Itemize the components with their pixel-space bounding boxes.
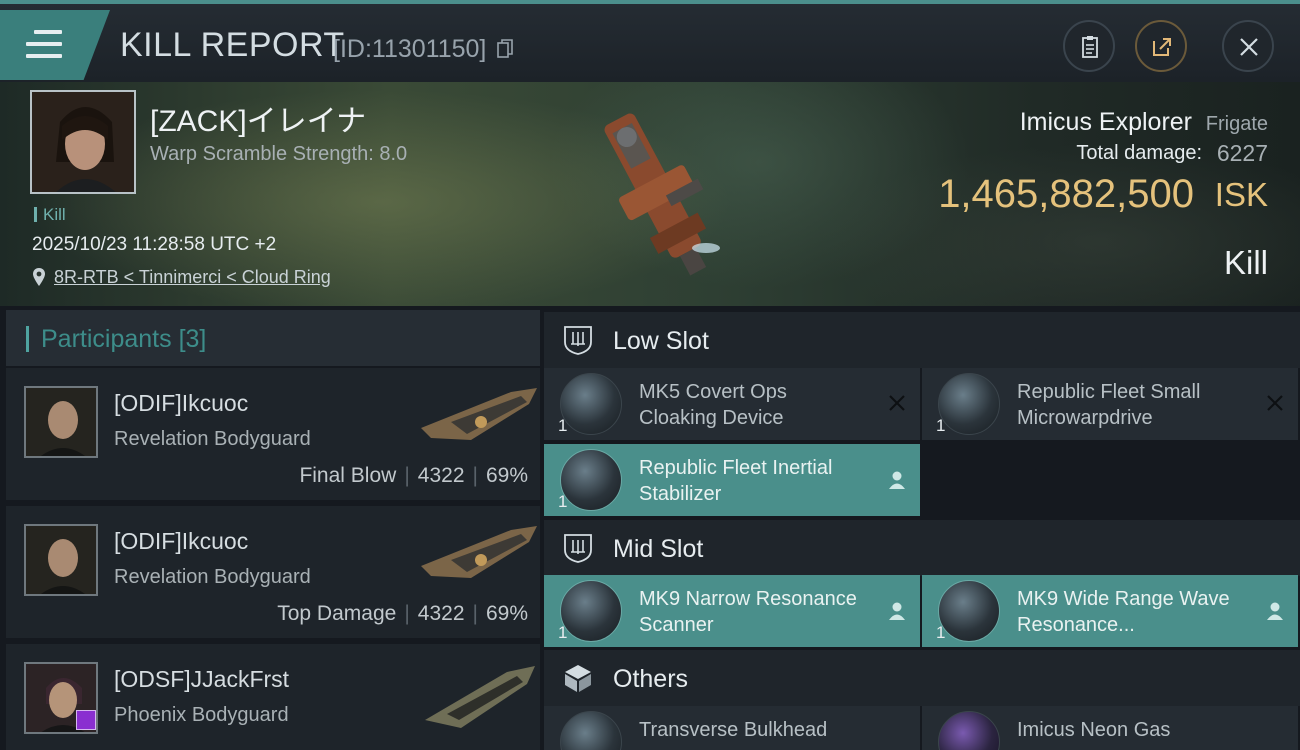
module-name: Imicus Neon Gas [1017,719,1171,741]
module-item[interactable]: 1 Republic Fleet Small Microwarpdrive [922,368,1298,440]
module-name: Republic Fleet Small Microwarpdrive [1017,381,1201,429]
share-icon [1153,38,1171,56]
victim-ship-class: Frigate [1205,113,1268,135]
participant-name[interactable]: [ODSF]JJackFrst [114,666,289,693]
location-pin-icon [33,268,45,286]
participant-ship: Phoenix Bodyguard [114,704,289,726]
module-item[interactable]: 1 MK9 Narrow Resonance Scanner [544,575,920,647]
module-quantity: 1 [558,416,568,435]
destroyed-x-icon [1267,395,1283,411]
module-quantity: 1 [936,623,946,642]
victim-name[interactable]: [ZACK]イレイナ [150,96,366,140]
low-slot-label: Low Slot [613,327,709,355]
clipboard-button[interactable] [1063,20,1115,72]
others-header: Others [544,650,1300,706]
faction-badge [76,710,96,730]
participant-percent: 69% [485,602,528,625]
others-label: Others [613,665,689,693]
participant-ship-image [421,526,537,578]
isk-unit: ISK [1214,176,1268,213]
mid-slot-header: Mid Slot [544,520,1300,576]
module-icon [560,373,622,435]
top-bar: KILL REPORT [ID:11301150] [0,0,1300,82]
module-item[interactable]: 1 Republic Fleet Inertial Stabilizer [544,444,920,516]
participant-ship-image [421,388,537,440]
cube-icon [565,665,591,692]
dropped-person-icon [1267,602,1283,620]
victim-ship-name[interactable]: Imicus Explorer [1020,108,1192,137]
module-icon [560,449,622,511]
participant-portrait [24,386,98,458]
module-icon [938,373,1000,435]
participant-role: Top Damage [277,602,397,625]
module-name: MK5 Covert Ops Cloaking Device [639,381,787,429]
victim-portrait[interactable] [30,90,136,194]
module-quantity: 1 [558,623,568,642]
close-button[interactable] [1222,20,1274,72]
participants-header: Participants [3] [6,310,540,366]
total-damage-label: Total damage: [1076,142,1202,164]
dropped-person-icon [889,471,905,489]
warp-scramble-strength: Warp Scramble Strength: 8.0 [150,143,408,165]
module-name: MK9 Narrow Resonance Scanner [639,588,857,636]
module-icon [560,711,622,750]
mid-slot-icon [564,534,592,563]
participants-panel: Participants [3] [ODIF]Ikcuoc Revelation… [6,310,540,750]
module-quantity: 1 [558,492,568,511]
page-title: KILL REPORT [120,26,345,64]
module-item[interactable]: Imicus Neon Gas [922,706,1298,750]
participant-damage: 4322 [417,602,465,625]
module-icon [938,580,1000,642]
close-icon [1240,38,1258,56]
module-name: Transverse Bulkhead [639,719,828,741]
module-quantity: 1 [936,416,946,435]
participant-role: Final Blow [299,464,397,487]
kill-tag: Kill [34,205,66,225]
low-slot-icon [564,326,592,355]
kill-datetime: 2025/10/23 11:28:58 UTC +2 [32,234,277,255]
copy-icon[interactable] [497,39,513,59]
total-damage-value: 6227 [1216,140,1268,166]
low-slot-header: Low Slot [544,312,1300,368]
participant-portrait [24,524,98,596]
module-name: Republic Fleet Inertial Stabilizer [639,457,833,505]
menu-icon [26,30,62,60]
module-name: MK9 Wide Range Wave Resonance... [1017,588,1230,636]
module-item[interactable]: Transverse Bulkhead [544,706,920,750]
dropped-person-icon [889,602,905,620]
share-button[interactable] [1135,20,1187,72]
kill-location-link[interactable]: 8R-RTB < Tinnimerci < Cloud Ring [54,267,331,288]
participants-count: [3] [178,325,207,353]
module-item[interactable]: 1 MK9 Wide Range Wave Resonance... [922,575,1298,647]
destroyed-x-icon [889,395,905,411]
menu-button[interactable] [0,10,110,80]
participant-portrait [24,662,98,734]
report-id: [ID:11301150] [333,35,487,63]
participant-name[interactable]: [ODIF]Ikcuoc [114,528,248,555]
kill-result: Kill [1223,244,1268,281]
participant-name[interactable]: [ODIF]Ikcuoc [114,390,248,417]
participant-row[interactable]: [ODIF]Ikcuoc Revelation Bodyguard Top Da… [6,506,540,638]
module-item[interactable]: 1 MK5 Covert Ops Cloaking Device [544,368,920,440]
mid-slot-label: Mid Slot [613,535,704,563]
participants-title: Participants [41,325,172,353]
fitting-panel: Low Slot 1 MK5 Covert Ops Cloaking Devic… [544,310,1300,750]
participant-ship: Revelation Bodyguard [114,566,311,588]
clipboard-icon [1082,36,1098,58]
participant-row[interactable]: [ODSF]JJackFrst Phoenix Bodyguard [6,644,540,750]
participant-row[interactable]: [ODIF]Ikcuoc Revelation Bodyguard Final … [6,368,540,500]
participant-damage: 4322 [417,464,465,487]
module-icon [560,580,622,642]
participant-ship: Revelation Bodyguard [114,428,311,450]
victim-ship-image [604,113,720,276]
module-icon [938,711,1000,750]
participant-percent: 69% [485,464,528,487]
isk-value: 1,465,882,500 [938,172,1194,216]
participant-ship-image [425,666,535,728]
